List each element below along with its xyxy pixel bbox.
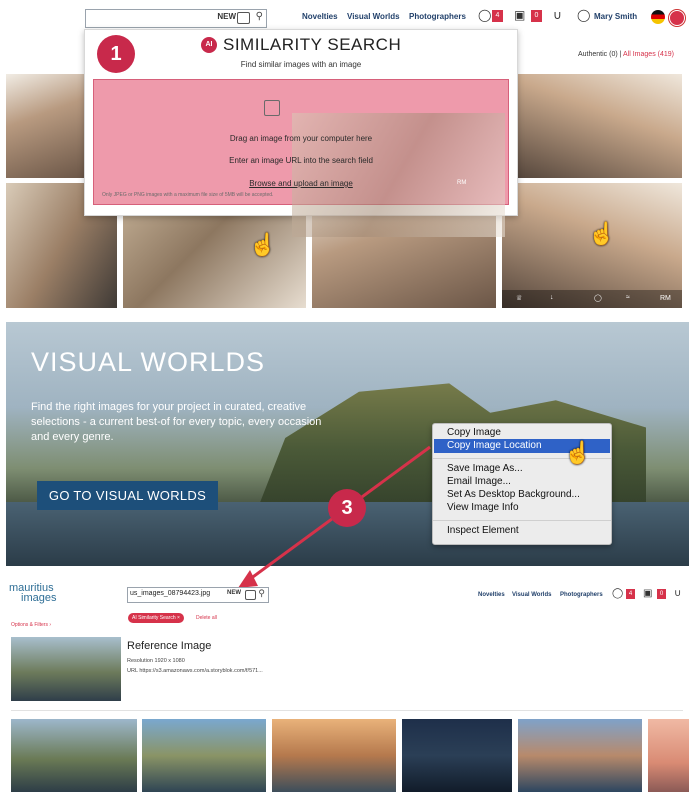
headset-icon[interactable]: ∪: [674, 588, 681, 599]
rm-label: RM: [457, 180, 467, 186]
new-label: NEW: [217, 12, 236, 21]
user-icon[interactable]: ◯: [577, 8, 590, 22]
step-badge-1: 1: [97, 35, 135, 73]
cart-icon[interactable]: ▣: [643, 588, 652, 599]
lightbulb-icon[interactable]: ◯: [612, 588, 623, 599]
divider: [11, 710, 683, 711]
camera-icon[interactable]: [245, 590, 256, 600]
options-filters-link[interactable]: Options & Filters ›: [11, 622, 51, 628]
logo-line-2: images: [21, 592, 57, 604]
step-badge-3: 3: [328, 489, 366, 527]
new-label: NEW: [227, 590, 241, 596]
result-photo[interactable]: [516, 74, 682, 178]
nav-photographers[interactable]: Photographers: [409, 12, 466, 21]
reference-url: URL https://s3.amazonaws.com/a.storyblok…: [127, 668, 263, 674]
nav-visual-worlds[interactable]: Visual Worlds: [512, 592, 551, 598]
user-name[interactable]: Mary Smith: [594, 12, 637, 21]
image-type-filter: Authentic (0) | All Images (419): [578, 51, 674, 58]
camera-icon[interactable]: [237, 12, 250, 24]
download-icon[interactable]: ↓: [550, 294, 554, 301]
ai-similarity-search-chip[interactable]: AI Similarity Search ×: [128, 613, 184, 623]
drag-instruction: Drag an image from your computer here: [229, 134, 373, 143]
popup-subtitle: Find similar images with an image: [240, 60, 362, 69]
cart-icon[interactable]: ▣: [514, 8, 525, 22]
headset-icon[interactable]: ∪: [553, 8, 562, 22]
search-icon[interactable]: ⚲: [256, 11, 263, 22]
crown-icon[interactable]: ♕: [516, 294, 522, 302]
url-instruction: Enter an image URL into the search field: [229, 156, 373, 165]
image-dropzone[interactable]: Drag an image from your computer here En…: [93, 79, 509, 237]
similar-result-image[interactable]: [11, 719, 137, 792]
pointer-hand-icon: ☝: [249, 232, 277, 257]
search-input-value[interactable]: us_images_08794423.jpg: [130, 590, 210, 597]
similar-result-image[interactable]: [648, 719, 689, 792]
flag-uk-icon[interactable]: [669, 10, 685, 26]
menu-copy-image[interactable]: Copy Image: [447, 427, 501, 438]
similar-icon[interactable]: ≈: [626, 294, 630, 301]
similarity-search-popup: AI SIMILARITY SEARCH Find similar images…: [84, 29, 518, 237]
cart-count-badge[interactable]: 0: [531, 10, 542, 22]
menu-set-desktop-background[interactable]: Set As Desktop Background...: [447, 489, 580, 500]
cart-count-badge[interactable]: 0: [657, 589, 666, 599]
search-bar[interactable]: NEW ⚲: [85, 9, 267, 28]
reference-image-thumbnail: [11, 637, 121, 701]
lightbox-count-badge[interactable]: 4: [626, 589, 635, 599]
browse-upload-link[interactable]: Browse and upload an image: [94, 179, 508, 188]
file-size-note: Only JPEG or PNG images with a maximum f…: [102, 192, 274, 198]
lightbulb-icon[interactable]: ◯: [594, 294, 602, 302]
upload-icon: [264, 100, 280, 116]
nav-visual-worlds[interactable]: Visual Worlds: [347, 12, 400, 21]
delete-all-link[interactable]: Delete all: [196, 615, 217, 621]
go-to-visual-worlds-button[interactable]: GO TO VISUAL WORLDS: [37, 481, 218, 510]
reference-resolution: Resolution 1920 x 1080: [127, 658, 185, 664]
banner-text: Find the right images for your project i…: [31, 401, 322, 443]
result-photo[interactable]: [6, 74, 84, 178]
similar-result-image[interactable]: [272, 719, 396, 792]
mauritius-images-logo[interactable]: mauritius images: [9, 583, 57, 604]
popup-title: SIMILARITY SEARCH: [223, 35, 402, 54]
nav-novelties[interactable]: Novelties: [302, 12, 338, 21]
dragged-image-preview: [292, 113, 505, 237]
search-bar[interactable]: us_images_08794423.jpg NEW ⚲: [127, 587, 269, 603]
menu-email-image[interactable]: Email Image...: [447, 476, 511, 487]
pointer-hand-icon: ☝: [588, 221, 616, 246]
ai-icon: AI: [201, 37, 217, 53]
menu-copy-image-location[interactable]: Copy Image Location: [447, 440, 542, 451]
flag-de-icon[interactable]: [651, 10, 665, 24]
nav-novelties[interactable]: Novelties: [478, 592, 505, 598]
menu-save-image[interactable]: Save Image As...: [447, 463, 523, 474]
menu-view-image-info[interactable]: View Image Info: [447, 502, 519, 513]
similar-result-image[interactable]: [518, 719, 642, 792]
authentic-filter[interactable]: Authentic (0) |: [578, 51, 621, 58]
menu-inspect-element[interactable]: Inspect Element: [447, 525, 519, 536]
lightbox-count-badge[interactable]: 4: [492, 10, 503, 22]
similar-result-image[interactable]: [402, 719, 512, 792]
nav-photographers[interactable]: Photographers: [560, 592, 603, 598]
pointer-hand-icon: ☝: [564, 440, 592, 465]
photo-hover-toolbar: ♕ ↓ ◯ ≈ RM: [502, 290, 682, 308]
lightbulb-icon[interactable]: ◯: [478, 8, 491, 22]
reference-image-title: Reference Image: [127, 640, 212, 652]
all-images-filter[interactable]: All Images (419): [623, 51, 674, 58]
search-icon[interactable]: ⚲: [258, 588, 265, 599]
rm-label: RM: [660, 295, 671, 302]
menu-separator: [433, 520, 611, 521]
banner-title: VISUAL WORLDS: [31, 347, 266, 377]
similar-result-image[interactable]: [142, 719, 266, 792]
